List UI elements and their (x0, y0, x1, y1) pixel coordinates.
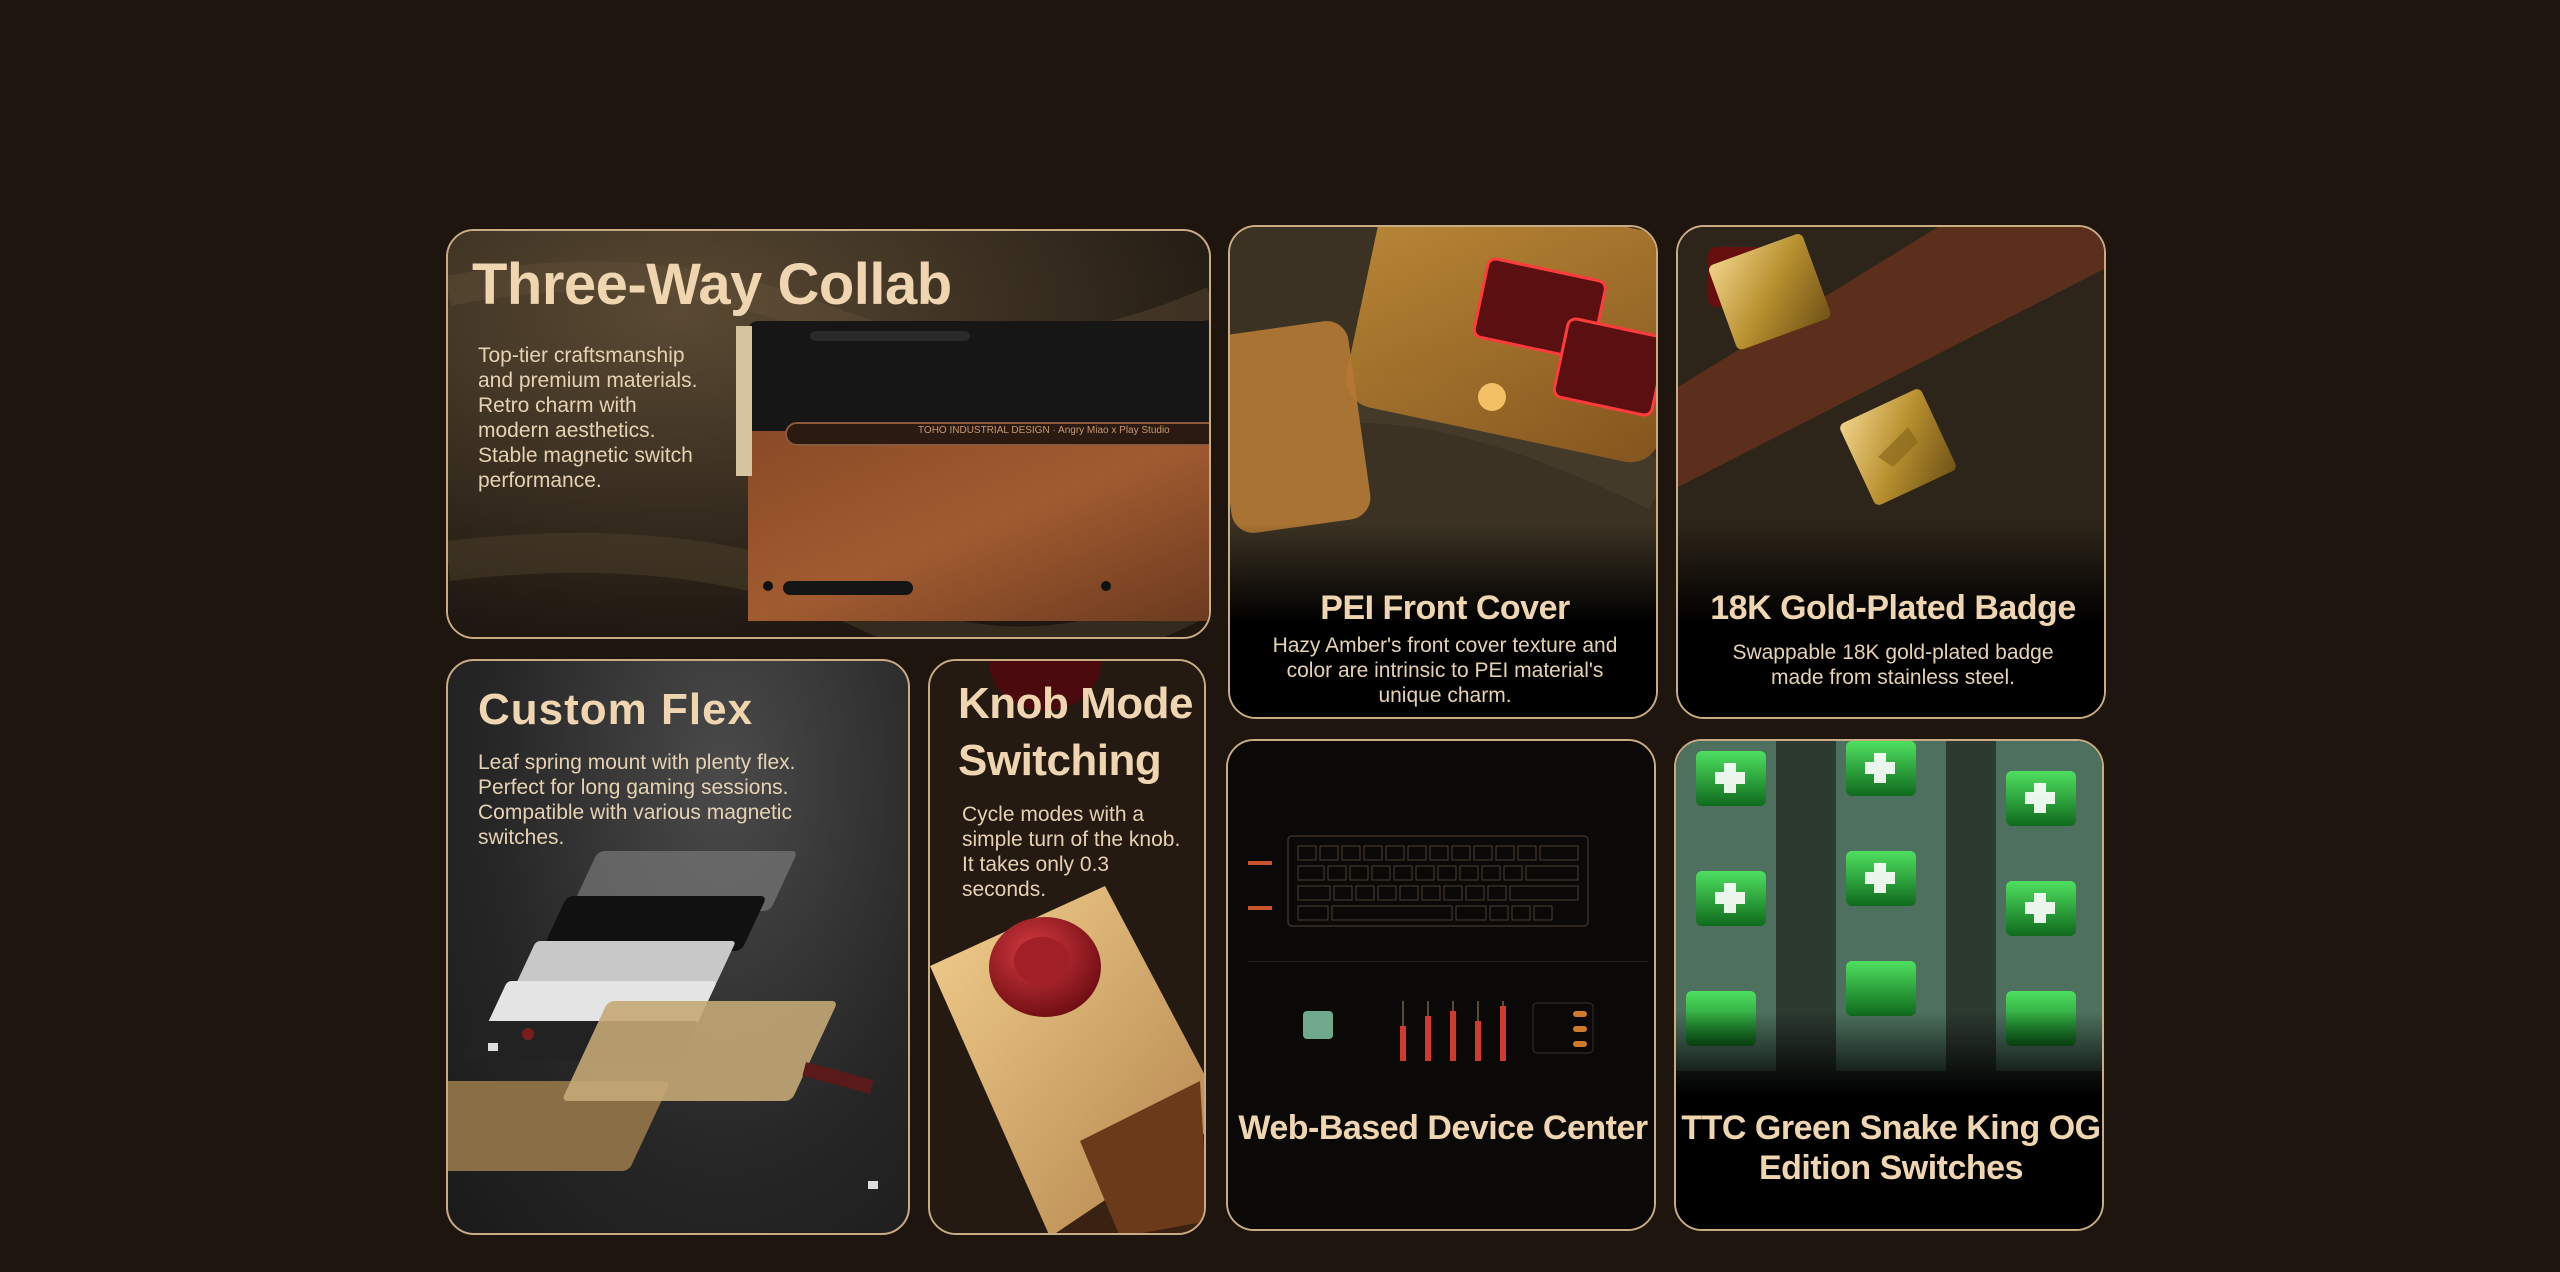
collab-title: Three-Way Collab (472, 252, 952, 317)
card-gold-badge: 18K Gold-Plated Badge Swappable 18K gold… (1676, 225, 2106, 719)
ttc-title-line2: Edition Switches (1758, 1149, 2024, 1187)
engraving-text: TOHO INDUSTRIAL DESIGN · Angry Miao x Pl… (918, 425, 1170, 436)
web-title: Web-Based Device Center (1238, 1109, 1648, 1147)
badge-description: Swappable 18K gold-plated badge made fro… (1732, 641, 2054, 689)
card-knob-mode: Knob Mode Switching Cycle modes with a s… (928, 659, 1206, 1235)
ttc-title-line1: TTC Green Snake King OG (1681, 1109, 2101, 1147)
card-pei-front-cover: PEI Front Cover Hazy Amber's front cover… (1228, 225, 1658, 719)
device-center-screenshot (1228, 741, 1654, 1229)
flex-description: Leaf spring mount with plenty flex. Perf… (478, 751, 796, 849)
knob-description: Cycle modes with a simple turn of the kn… (962, 803, 1181, 901)
card-ttc-switches: TTC Green Snake King OG Edition Switches (1674, 739, 2104, 1231)
card-web-device-center: Web-Based Device Center (1226, 739, 1656, 1231)
pei-description: Hazy Amber's front cover texture and col… (1272, 634, 1618, 707)
card-custom-flex: Custom Flex Leaf spring mount with plent… (446, 659, 910, 1235)
knob-title-line2: Switching (958, 736, 1162, 785)
badge-title: 18K Gold-Plated Badge (1710, 589, 2076, 627)
card-three-way-collab: Three-Way Collab Top-tier craftsmanship … (446, 229, 1211, 639)
pei-title: PEI Front Cover (1320, 589, 1570, 627)
collab-description: Top-tier craftsmanship and premium mater… (478, 344, 698, 492)
flex-title: Custom Flex (478, 685, 754, 734)
knob-title-line1: Knob Mode (958, 679, 1194, 728)
exploded-keyboard-image (448, 851, 878, 1189)
